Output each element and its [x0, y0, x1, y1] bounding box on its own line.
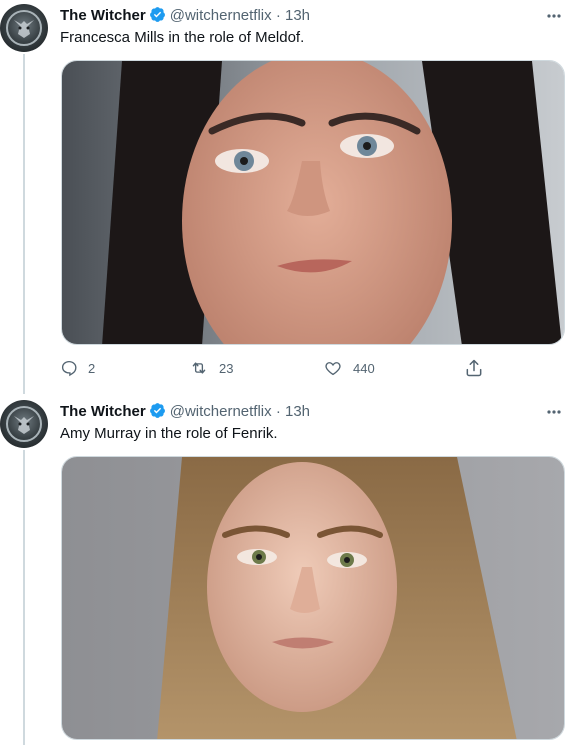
- heart-icon: [325, 362, 341, 376]
- tweet[interactable]: The Witcher @witchernetflix · 13h Frances…: [0, 0, 574, 390]
- tweet-header: The Witcher @witchernetflix · 13h: [60, 402, 566, 422]
- portrait-image: [62, 61, 564, 344]
- retweet-count: 23: [219, 360, 234, 376]
- tweet[interactable]: The Witcher @witchernetflix · 13h Amy Mur…: [0, 396, 574, 745]
- tweet-actions: 2 23 440: [60, 358, 490, 378]
- portrait-image: [62, 457, 564, 739]
- witcher-medallion-icon: [6, 406, 42, 442]
- verified-badge-icon: [149, 402, 166, 425]
- avatar[interactable]: [0, 400, 48, 448]
- share-button[interactable]: [464, 358, 484, 378]
- separator-dot: ·: [275, 7, 281, 24]
- tweet-text: Amy Murray in the role of Fenrik.: [60, 425, 278, 442]
- witcher-medallion-icon: [6, 10, 42, 46]
- more-icon[interactable]: [542, 4, 566, 28]
- author-handle[interactable]: @witchernetflix: [170, 403, 272, 420]
- tweet-text: Francesca Mills in the role of Meldof.: [60, 29, 305, 46]
- retweet-icon: [192, 362, 206, 374]
- like-button[interactable]: 440: [323, 358, 375, 378]
- tweet-header: The Witcher @witchernetflix · 13h: [60, 6, 566, 26]
- timestamp[interactable]: 13h: [285, 7, 310, 24]
- tweet-photo[interactable]: [61, 456, 565, 740]
- author-handle[interactable]: @witchernetflix: [170, 7, 272, 24]
- reply-icon: [61, 360, 77, 377]
- retweet-button[interactable]: 23: [189, 358, 233, 378]
- more-icon[interactable]: [542, 400, 566, 424]
- timestamp[interactable]: 13h: [285, 403, 310, 420]
- reply-count: 2: [88, 360, 96, 376]
- avatar[interactable]: [0, 4, 48, 52]
- reply-button[interactable]: 2: [60, 358, 95, 378]
- author-name[interactable]: The Witcher: [60, 403, 146, 420]
- author-name[interactable]: The Witcher: [60, 7, 146, 24]
- tweet-photo[interactable]: [61, 60, 565, 345]
- like-count: 440: [353, 360, 375, 376]
- verified-badge-icon: [149, 6, 166, 29]
- separator-dot: ·: [275, 403, 281, 420]
- share-icon: [466, 359, 482, 377]
